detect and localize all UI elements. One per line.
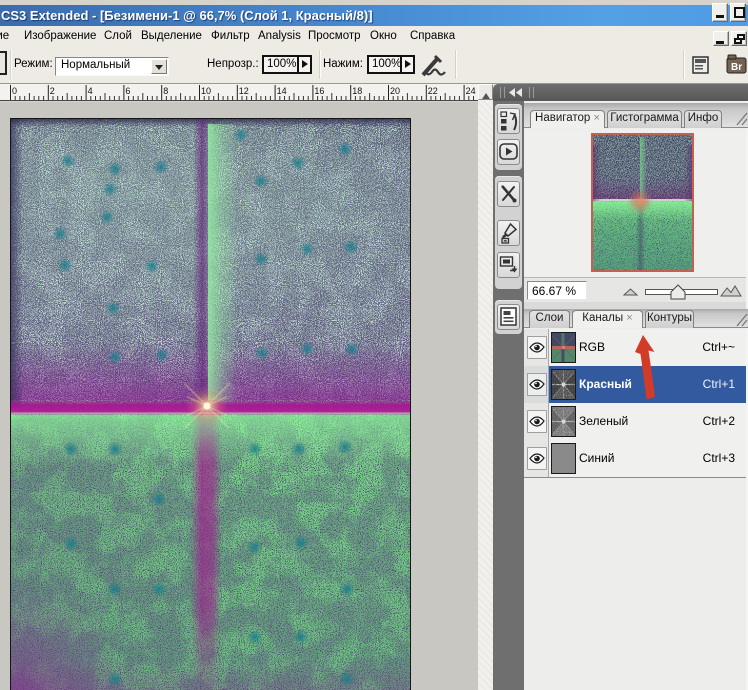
svg-text:14: 14	[277, 86, 287, 96]
svg-text:4: 4	[88, 86, 93, 96]
svg-text:8: 8	[163, 86, 168, 96]
svg-text:18: 18	[352, 86, 362, 96]
svg-text:Br: Br	[731, 62, 742, 73]
svg-text:2: 2	[50, 86, 55, 96]
svg-text:16: 16	[314, 86, 324, 96]
svg-text:10: 10	[201, 86, 211, 96]
svg-text:0: 0	[12, 86, 17, 96]
svg-text:22: 22	[428, 86, 438, 96]
svg-text:6: 6	[125, 86, 130, 96]
svg-text:20: 20	[390, 86, 400, 96]
svg-text:24: 24	[466, 86, 476, 96]
svg-text:12: 12	[239, 86, 249, 96]
